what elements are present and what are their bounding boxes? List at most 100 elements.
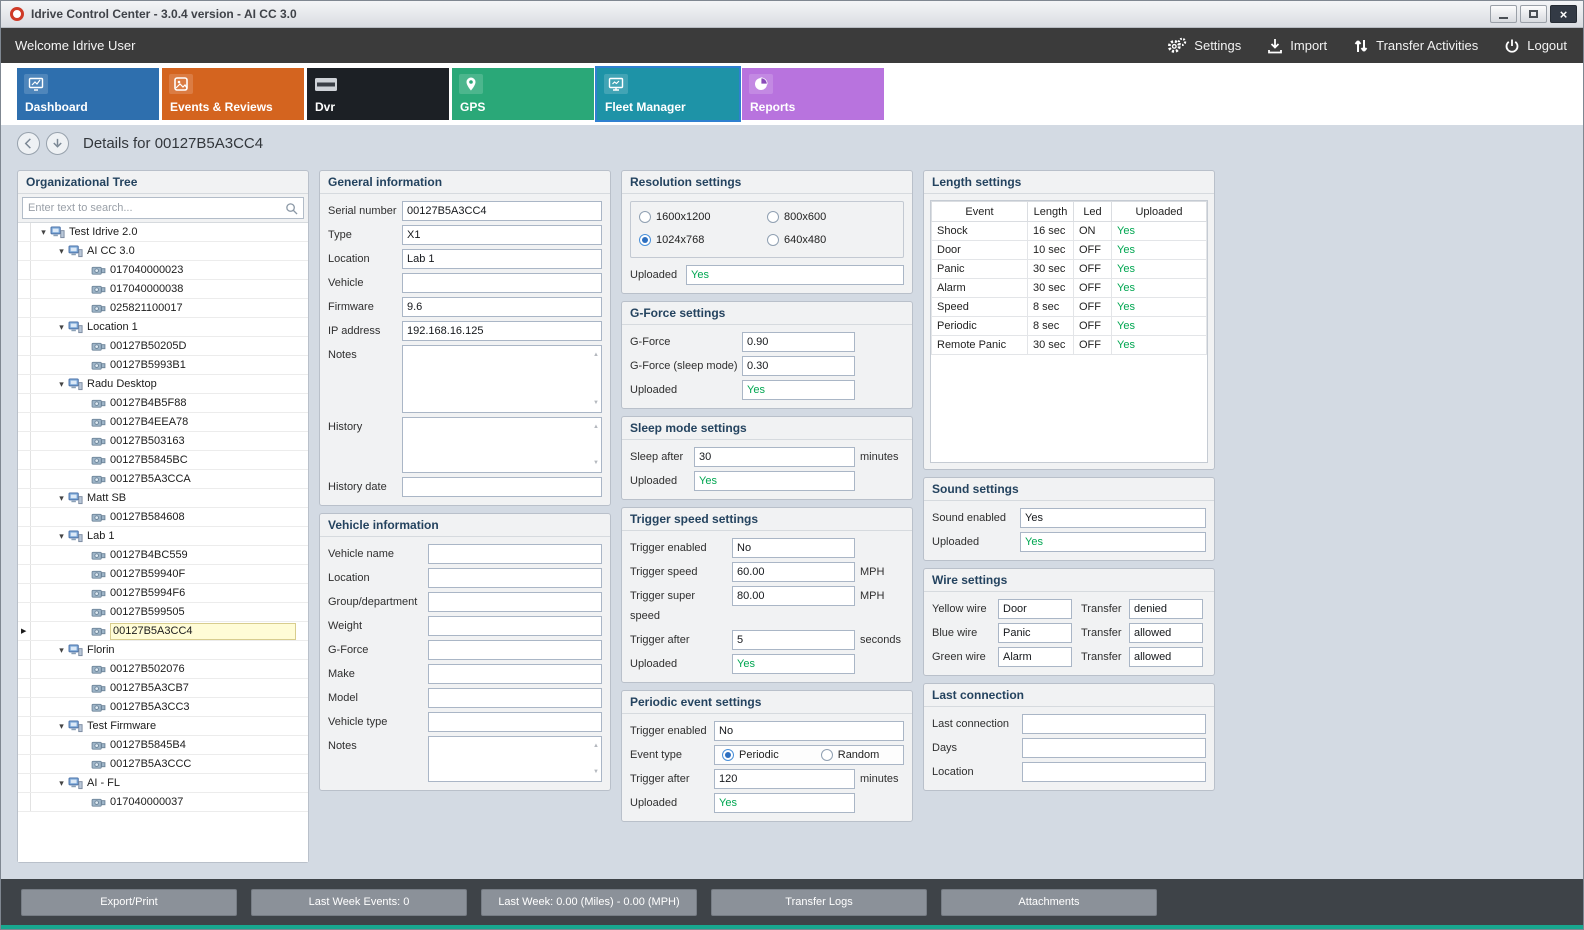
bottom-button[interactable]: Transfer Logs <box>711 889 927 916</box>
field-input[interactable] <box>428 664 602 684</box>
tree-node[interactable]: 00127B5A3CB7 <box>18 679 308 698</box>
field-input[interactable]: 9.6 <box>402 297 602 317</box>
close-button[interactable]: × <box>1550 5 1577 23</box>
tree-node[interactable]: 017040000037 <box>18 793 308 812</box>
tree-node[interactable]: Radu Desktop <box>18 375 308 394</box>
expand-arrow-icon[interactable] <box>55 645 68 656</box>
tree-node[interactable]: Lab 1 <box>18 527 308 546</box>
minimize-button[interactable] <box>1490 5 1517 23</box>
wire-event-input[interactable]: Door <box>998 599 1072 619</box>
resolution-radio[interactable]: 640x480 <box>767 234 895 246</box>
field-input[interactable]: 192.168.16.125 <box>402 321 602 341</box>
expand-arrow-icon[interactable] <box>55 531 68 542</box>
tree-node[interactable]: 00127B59940F <box>18 565 308 584</box>
wire-transfer-input[interactable]: allowed <box>1129 647 1203 667</box>
expand-arrow-icon[interactable] <box>55 246 68 257</box>
bottom-button[interactable]: Last Week: 0.00 (Miles) - 0.00 (MPH) <box>481 889 697 916</box>
tab[interactable]: Events & Reviews <box>162 68 304 120</box>
expand-arrow-icon[interactable] <box>55 721 68 732</box>
tab[interactable]: Dvr <box>307 68 449 120</box>
bottom-button[interactable]: Export/Print <box>21 889 237 916</box>
bottom-button[interactable]: Attachments <box>941 889 1157 916</box>
wire-event-input[interactable]: Alarm <box>998 647 1072 667</box>
resolution-radio[interactable]: 1600x1200 <box>639 211 767 223</box>
expand-arrow-icon[interactable] <box>55 379 68 390</box>
field-input[interactable] <box>428 616 602 636</box>
tree-node[interactable]: Test Firmware <box>18 717 308 736</box>
field-input[interactable]: 80.00 <box>732 586 855 606</box>
field-input[interactable] <box>428 544 602 564</box>
field-input[interactable] <box>428 640 602 660</box>
tree-node[interactable]: 00127B4EEA78 <box>18 413 308 432</box>
field-input[interactable]: No <box>714 721 904 741</box>
expand-arrow-icon[interactable] <box>55 493 68 504</box>
field-input[interactable]: Lab 1 <box>402 249 602 269</box>
field-input[interactable]: 00127B5A3CC4 <box>402 201 602 221</box>
tab[interactable]: Dashboard <box>17 68 159 120</box>
tree-node[interactable]: Matt SB <box>18 489 308 508</box>
search-input[interactable] <box>22 197 304 219</box>
field-input[interactable] <box>402 273 602 293</box>
tree-node[interactable]: 017040000023 <box>18 261 308 280</box>
field-input[interactable]: Yes <box>1020 508 1206 528</box>
download-details-button[interactable] <box>46 132 69 155</box>
event-type-radio[interactable]: Random <box>821 749 880 761</box>
field-input[interactable] <box>428 688 602 708</box>
tree-node[interactable]: 00127B502076 <box>18 660 308 679</box>
field-input[interactable] <box>428 592 602 612</box>
tree-node[interactable]: 00127B5994F6 <box>18 584 308 603</box>
tree-node[interactable]: AI - FL <box>18 774 308 793</box>
field-input[interactable]: 0.90 <box>742 332 855 352</box>
back-button[interactable] <box>17 132 40 155</box>
tree-node[interactable]: 025821100017 <box>18 299 308 318</box>
tree-node[interactable]: 00127B5A3CCC <box>18 755 308 774</box>
event-type-radio[interactable]: Periodic <box>722 749 779 761</box>
wire-transfer-input[interactable]: denied <box>1129 599 1203 619</box>
tab[interactable]: Fleet Manager <box>597 68 739 120</box>
field-input[interactable] <box>428 712 602 732</box>
tab[interactable]: GPS <box>452 68 594 120</box>
field-input[interactable] <box>428 568 602 588</box>
tree-node[interactable]: 00127B5A3CC4 <box>18 622 308 641</box>
field-input[interactable] <box>428 736 602 782</box>
logout-button[interactable]: Logout <box>1504 38 1567 54</box>
tree-node[interactable]: 017040000038 <box>18 280 308 299</box>
tree-node[interactable]: Test Idrive 2.0 <box>18 223 308 242</box>
tree-node[interactable]: 00127B5A3CCA <box>18 470 308 489</box>
tab[interactable]: Reports <box>742 68 884 120</box>
tree-node[interactable]: 00127B50205D <box>18 337 308 356</box>
field-input[interactable]: 0.30 <box>742 356 855 376</box>
wire-transfer-input[interactable]: allowed <box>1129 623 1203 643</box>
field-input[interactable]: Yes <box>1020 532 1206 552</box>
tree-node[interactable]: 00127B4B5F88 <box>18 394 308 413</box>
field-input[interactable]: 120 <box>714 769 855 789</box>
tree-node[interactable]: 00127B599505 <box>18 603 308 622</box>
bottom-button[interactable]: Last Week Events: 0 <box>251 889 467 916</box>
settings-button[interactable]: Settings <box>1167 37 1241 54</box>
field-input[interactable]: Yes <box>732 654 855 674</box>
resolution-radio[interactable]: 1024x768 <box>639 234 767 246</box>
tree-node[interactable]: AI CC 3.0 <box>18 242 308 261</box>
field-input[interactable]: 5 <box>732 630 855 650</box>
tree-node[interactable]: 00127B5A3CC3 <box>18 698 308 717</box>
tree-node[interactable]: 00127B503163 <box>18 432 308 451</box>
tree-node[interactable]: Location 1 <box>18 318 308 337</box>
field-input[interactable] <box>402 477 602 497</box>
field-input[interactable]: X1 <box>402 225 602 245</box>
transfer-activities-button[interactable]: Transfer Activities <box>1353 38 1478 54</box>
field-input[interactable]: 60.00 <box>732 562 855 582</box>
expand-arrow-icon[interactable] <box>55 778 68 789</box>
field-input[interactable]: No <box>732 538 855 558</box>
field-input[interactable]: Yes <box>742 380 855 400</box>
tree-node[interactable]: Florin <box>18 641 308 660</box>
tree-node[interactable]: 00127B5845BC <box>18 451 308 470</box>
field-input[interactable] <box>402 417 602 473</box>
tree-node[interactable]: 00127B5845B4 <box>18 736 308 755</box>
field-input[interactable]: Yes <box>694 471 855 491</box>
field-input[interactable] <box>402 345 602 413</box>
wire-event-input[interactable]: Panic <box>998 623 1072 643</box>
tree-node[interactable]: 00127B584608 <box>18 508 308 527</box>
resolution-radio[interactable]: 800x600 <box>767 211 895 223</box>
tree-node[interactable]: 00127B4BC559 <box>18 546 308 565</box>
expand-arrow-icon[interactable] <box>37 227 50 238</box>
